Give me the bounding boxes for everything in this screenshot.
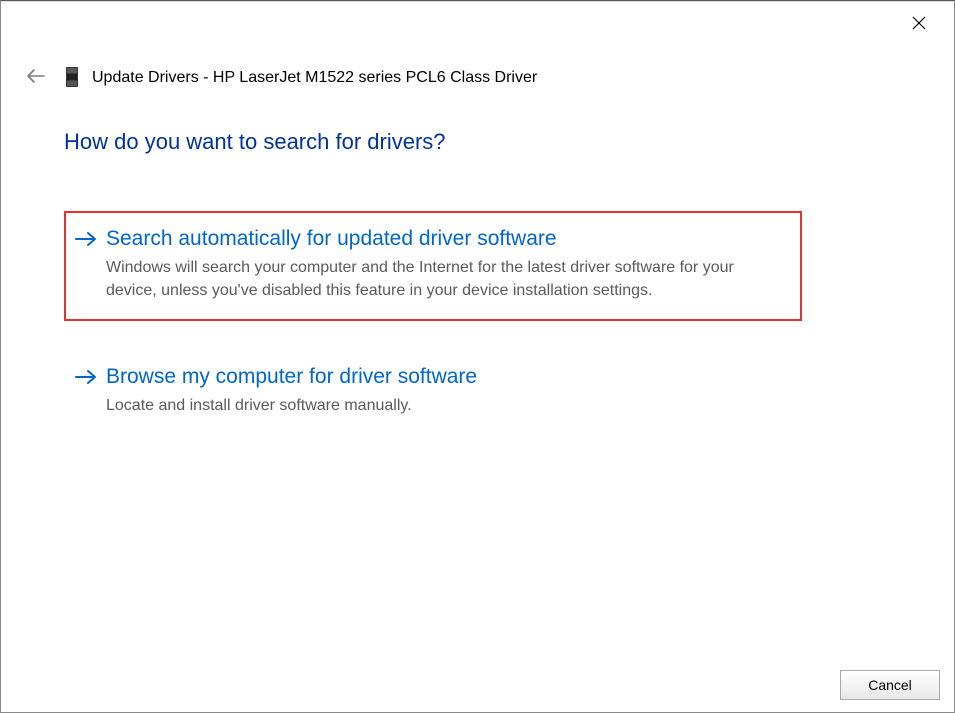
option-text: Browse my computer for driver software L… <box>106 363 784 417</box>
arrow-right-icon <box>74 368 100 391</box>
option-search-automatically[interactable]: Search automatically for updated driver … <box>64 211 802 321</box>
printer-icon <box>66 67 80 89</box>
back-button[interactable] <box>22 64 50 92</box>
back-arrow-icon <box>26 68 46 89</box>
option-text: Search automatically for updated driver … <box>106 225 784 303</box>
arrow-right-icon <box>74 230 100 253</box>
option-description: Locate and install driver software manua… <box>106 394 784 417</box>
close-icon <box>912 16 926 35</box>
close-button[interactable] <box>896 9 942 41</box>
cancel-button[interactable]: Cancel <box>840 670 940 700</box>
option-title: Browse my computer for driver software <box>106 363 784 390</box>
button-bar: Cancel <box>840 670 940 700</box>
header-row: Update Drivers - HP LaserJet M1522 serie… <box>22 64 924 92</box>
content-area: How do you want to search for drivers? S… <box>64 129 894 463</box>
option-browse-computer[interactable]: Browse my computer for driver software L… <box>64 349 802 435</box>
option-title: Search automatically for updated driver … <box>106 225 784 252</box>
page-heading: How do you want to search for drivers? <box>64 129 894 155</box>
option-description: Windows will search your computer and th… <box>106 256 784 302</box>
window-title: Update Drivers - HP LaserJet M1522 serie… <box>92 69 537 87</box>
